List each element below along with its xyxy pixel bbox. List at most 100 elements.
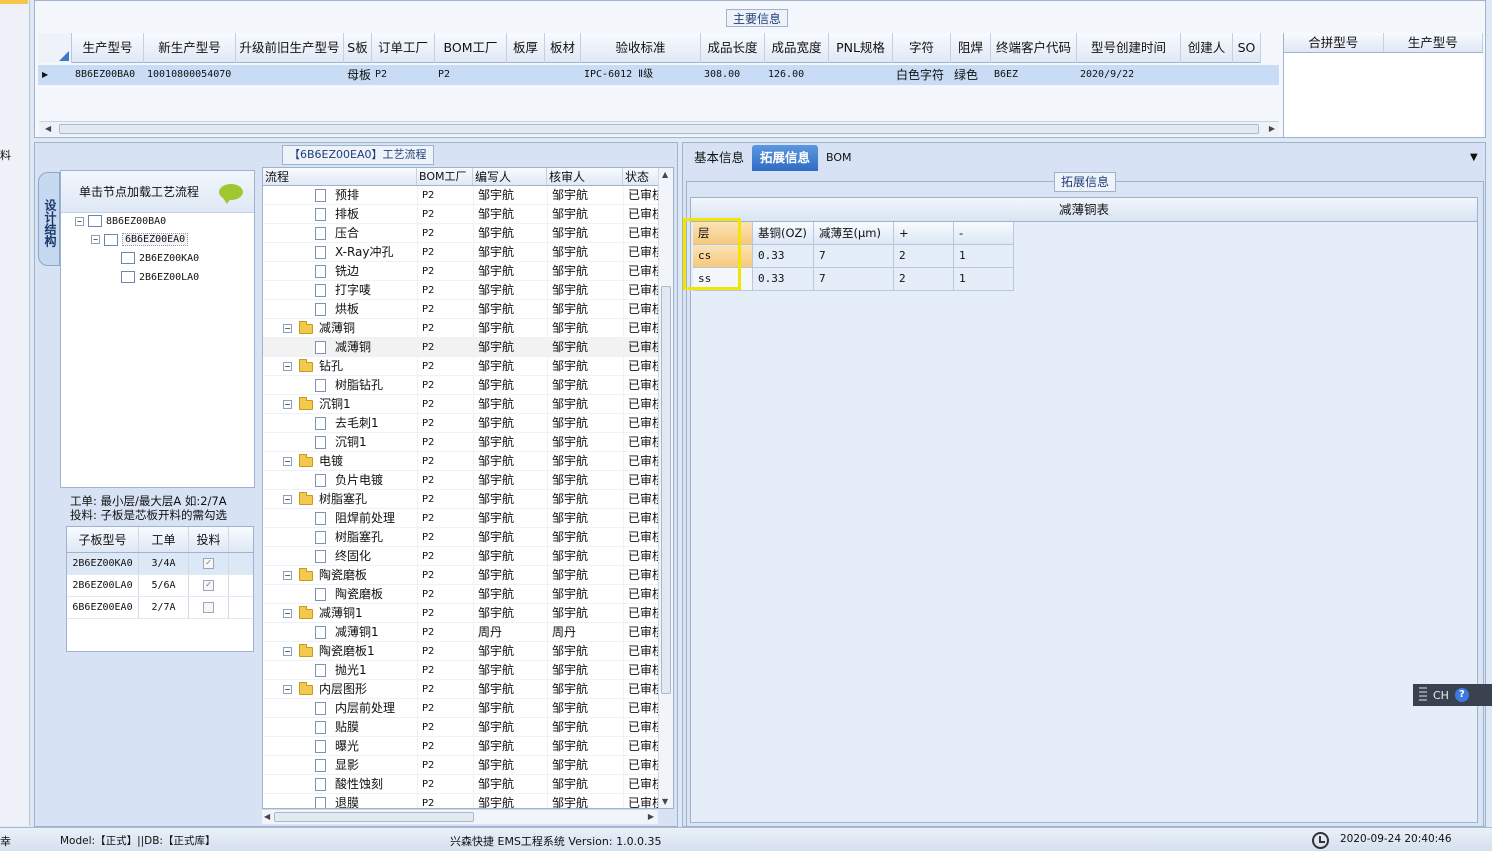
grid-select-all-corner[interactable]: [38, 33, 72, 63]
table-row[interactable]: 减薄铜 P2 邹宇航 邹宇航 已审核: [263, 338, 673, 357]
drag-handle-icon[interactable]: [1419, 687, 1427, 703]
chevron-down-icon[interactable]: ▼: [1470, 152, 1478, 163]
cell[interactable]: 308.00: [701, 65, 765, 85]
cell[interactable]: 绿色: [951, 65, 991, 85]
flow-step[interactable]: 沉铜1: [263, 433, 417, 451]
cell[interactable]: 邹宇航: [473, 186, 547, 204]
col-header[interactable]: 流程: [263, 168, 417, 185]
flow-step[interactable]: − 内层图形: [263, 680, 417, 698]
collapse-icon[interactable]: −: [75, 216, 84, 226]
collapse-icon[interactable]: −: [283, 685, 292, 694]
col-header[interactable]: 成品长度: [701, 33, 765, 63]
col-header[interactable]: 终端客户代码: [991, 33, 1077, 63]
table-row[interactable]: ss 0.33 7 2 1: [693, 268, 1014, 291]
cell[interactable]: 已审核: [623, 319, 663, 337]
cell[interactable]: 3/4A: [139, 553, 189, 574]
cell[interactable]: 已审核: [623, 471, 663, 489]
cell[interactable]: 已审核: [623, 224, 663, 242]
col-header[interactable]: 字符: [893, 33, 951, 63]
flow-step[interactable]: 贴膜: [263, 718, 417, 736]
table-row[interactable]: − 钻孔 P2 邹宇航 邹宇航 已审核: [263, 357, 673, 376]
table-row[interactable]: 陶瓷磨板 P2 邹宇航 邹宇航 已审核: [263, 585, 673, 604]
cell[interactable]: P2: [417, 680, 473, 698]
table-row[interactable]: − 陶瓷磨板1 P2 邹宇航 邹宇航 已审核: [263, 642, 673, 661]
table-row[interactable]: − 电镀 P2 邹宇航 邹宇航 已审核: [263, 452, 673, 471]
cell[interactable]: 邹宇航: [473, 756, 547, 774]
cell[interactable]: 已审核: [623, 262, 663, 280]
cell[interactable]: P2: [417, 528, 473, 546]
flow-step[interactable]: − 钻孔: [263, 357, 417, 375]
cell[interactable]: 邹宇航: [473, 452, 547, 470]
cell[interactable]: P2: [417, 433, 473, 451]
collapse-icon[interactable]: −: [283, 400, 292, 409]
scrollbar-thumb[interactable]: [661, 286, 671, 694]
tab-extended-info[interactable]: 拓展信息: [752, 145, 819, 171]
feed-checkbox[interactable]: [189, 597, 229, 618]
tree-node[interactable]: 2B6EZ00KA0: [121, 252, 199, 264]
cell[interactable]: 邹宇航: [547, 566, 623, 584]
cell[interactable]: 邹宇航: [473, 243, 547, 261]
flow-step[interactable]: 曝光: [263, 737, 417, 755]
tab-basic-info[interactable]: 基本信息: [686, 145, 752, 171]
cell[interactable]: 已审核: [623, 794, 663, 808]
cell[interactable]: 2: [894, 245, 954, 268]
flow-step[interactable]: 减薄铜1: [263, 623, 417, 641]
table-row[interactable]: − 陶瓷磨板 P2 邹宇航 邹宇航 已审核: [263, 566, 673, 585]
cell[interactable]: 已审核: [623, 452, 663, 470]
cell[interactable]: 邹宇航: [547, 718, 623, 736]
cell[interactable]: 8B6EZ00BA0: [72, 65, 144, 85]
collapse-icon[interactable]: −: [283, 647, 292, 656]
cell[interactable]: 邹宇航: [547, 661, 623, 679]
table-row[interactable]: 压合 P2 邹宇航 邹宇航 已审核: [263, 224, 673, 243]
flow-step[interactable]: 抛光1: [263, 661, 417, 679]
cell[interactable]: 邹宇航: [547, 186, 623, 204]
table-row[interactable]: 贴膜 P2 邹宇航 邹宇航 已审核: [263, 718, 673, 737]
collapse-icon[interactable]: −: [283, 571, 292, 580]
cell[interactable]: 邹宇航: [473, 737, 547, 755]
table-row[interactable]: 2B6EZ00KA0 3/4A ✓: [67, 553, 253, 575]
cell[interactable]: P2: [417, 300, 473, 318]
col-header[interactable]: 创建人: [1181, 33, 1233, 63]
cell[interactable]: 邹宇航: [473, 509, 547, 527]
cell[interactable]: 已审核: [623, 604, 663, 622]
cell[interactable]: P2: [417, 452, 473, 470]
cell[interactable]: 邹宇航: [547, 490, 623, 508]
cell[interactable]: 邹宇航: [473, 205, 547, 223]
feed-checkbox[interactable]: ✓: [189, 553, 229, 574]
cell[interactable]: 已审核: [623, 357, 663, 375]
cell[interactable]: 6B6EZ00EA0: [67, 597, 139, 618]
cell[interactable]: 邹宇航: [473, 319, 547, 337]
cell[interactable]: P2: [417, 319, 473, 337]
help-icon[interactable]: ?: [1454, 688, 1469, 702]
cell[interactable]: P2: [417, 243, 473, 261]
flow-step[interactable]: − 陶瓷磨板1: [263, 642, 417, 660]
col-header[interactable]: 生产型号: [72, 33, 144, 63]
table-row[interactable]: ▶ 8B6EZ00BA0 10010800054070 母板 P2 P2 IPC…: [38, 65, 1279, 85]
cell[interactable]: 已审核: [623, 414, 663, 432]
cell[interactable]: 已审核: [623, 186, 663, 204]
cell[interactable]: 已审核: [623, 566, 663, 584]
cell[interactable]: 邹宇航: [473, 528, 547, 546]
cell[interactable]: 2B6EZ00LA0: [67, 575, 139, 596]
table-row[interactable]: 抛光1 P2 邹宇航 邹宇航 已审核: [263, 661, 673, 680]
cell[interactable]: 已审核: [623, 509, 663, 527]
table-row[interactable]: 打字唛 P2 邹宇航 邹宇航 已审核: [263, 281, 673, 300]
cell[interactable]: 邹宇航: [547, 756, 623, 774]
col-header[interactable]: BOM工厂: [435, 33, 507, 63]
cell[interactable]: 邹宇航: [473, 680, 547, 698]
cell[interactable]: 邹宇航: [473, 661, 547, 679]
cell[interactable]: 邹宇航: [473, 414, 547, 432]
cell[interactable]: 邹宇航: [547, 794, 623, 808]
cell[interactable]: 邹宇航: [547, 680, 623, 698]
cell[interactable]: 邹宇航: [473, 604, 547, 622]
cell[interactable]: 邹宇航: [547, 224, 623, 242]
cell[interactable]: 2/7A: [139, 597, 189, 618]
cell[interactable]: 邹宇航: [473, 300, 547, 318]
flow-step[interactable]: 负片电镀: [263, 471, 417, 489]
tree-node[interactable]: − 8B6EZ00BA0: [75, 215, 166, 227]
cell[interactable]: 邹宇航: [547, 604, 623, 622]
col-header[interactable]: 子板型号: [67, 527, 139, 552]
cell[interactable]: 邹宇航: [473, 585, 547, 603]
cell[interactable]: P2: [417, 756, 473, 774]
flow-step[interactable]: 铣边: [263, 262, 417, 280]
